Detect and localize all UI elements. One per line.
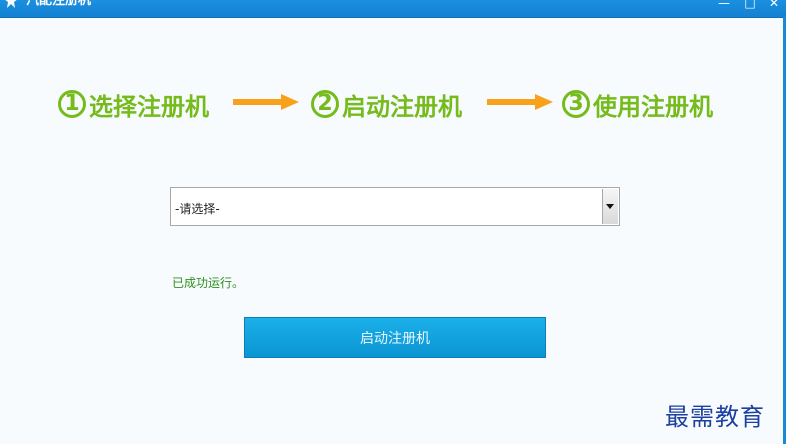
star-icon [5,0,17,8]
maximize-button[interactable]: □ [744,0,756,9]
start-button[interactable]: 启动注册机 [244,317,546,358]
minimize-button[interactable]: — [718,0,730,9]
dropdown-arrow-icon [606,204,614,209]
watermark: 最需教育 [665,403,765,431]
step-label: 启动注册机 [342,92,462,121]
close-button[interactable]: ✕ [768,0,780,9]
step-use: 3 使用注册机 [562,84,713,124]
steps-banner: 1 选择注册机 2 启动注册机 3 使用注册机 [0,84,786,124]
step-number: 1 [58,90,86,118]
step-label: 选择注册机 [89,92,209,121]
step-number: 2 [311,90,339,118]
registration-tool-select[interactable]: -请选择- [170,187,620,226]
status-message: 已成功运行。 [172,276,245,290]
arrow-right-icon [233,94,299,110]
step-label: 使用注册机 [593,92,713,121]
arrow-right-icon [487,94,553,110]
step-start: 2 启动注册机 [311,84,462,124]
step-number: 3 [562,90,590,118]
select-value: -请选择- [175,202,220,216]
step-select: 1 选择注册机 [58,84,209,124]
title-bar: 汽配注册机 — □ ✕ [0,0,786,18]
dropdown-button[interactable] [602,189,618,224]
window-title: 汽配注册机 [26,0,92,8]
